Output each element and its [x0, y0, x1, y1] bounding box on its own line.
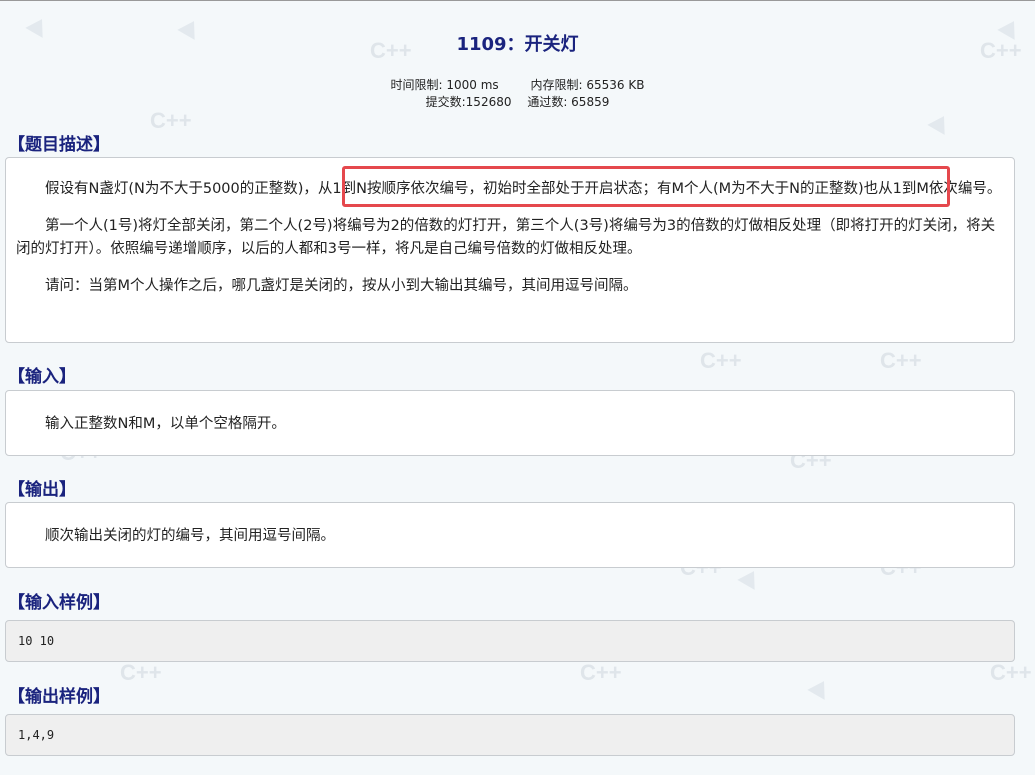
problem-title: 1109：开关灯: [456, 34, 579, 55]
description-paragraph: 假设有N盏灯(N为不大于5000的正整数)，从1到N按顺序依次编号，初始时全部处…: [45, 181, 1002, 197]
accepted-count: 通过数: 65859: [527, 95, 610, 109]
output-heading: 【输出】: [8, 480, 76, 500]
watermark-text: C++: [120, 660, 162, 685]
output-box: 顺次输出关闭的灯的编号，其间用逗号间隔。: [5, 502, 1015, 568]
description-box: 假设有N盏灯(N为不大于5000的正整数)，从1到N按顺序依次编号，初始时全部处…: [5, 157, 1015, 343]
input-text: 输入正整数N和M，以单个空格隔开。: [45, 416, 286, 432]
submission-count: 提交数:152680: [425, 95, 512, 109]
watermark-text: C++: [700, 348, 742, 373]
watermark-text: C++: [880, 348, 922, 373]
problem-limits: 时间限制: 1000 ms 内存限制: 65536 KB: [0, 76, 1035, 93]
memory-limit: 内存限制: 65536 KB: [530, 78, 645, 92]
sample-output-heading: 【输出样例】: [8, 687, 110, 707]
top-border: [0, 0, 1035, 1]
watermark-text: C++: [150, 108, 192, 133]
problem-stats: 提交数:152680 通过数: 65859: [0, 93, 1035, 110]
input-box: 输入正整数N和M，以单个空格隔开。: [5, 390, 1015, 456]
description-paragraph: 请问：当第M个人操作之后，哪几盏灯是关闭的，按从小到大输出其编号，其间用逗号间隔…: [45, 278, 638, 294]
input-heading: 【输入】: [8, 367, 76, 387]
sample-input-heading: 【输入样例】: [8, 593, 110, 613]
time-limit: 时间限制: 1000 ms: [390, 78, 499, 92]
watermark-text: C++: [580, 660, 622, 685]
watermark-shape: [737, 566, 763, 590]
description-heading: 【题目描述】: [8, 135, 110, 155]
watermark-text: C++: [990, 660, 1032, 685]
sample-output-code[interactable]: 1,4,9: [5, 714, 1015, 756]
description-paragraph: 第一个人(1号)将灯全部关闭，第二个人(2号)将编号为2的倍数的灯打开，第三个人…: [16, 218, 996, 257]
watermark-shape: [927, 111, 953, 135]
output-text: 顺次输出关闭的灯的编号，其间用逗号间隔。: [45, 528, 335, 544]
watermark-shape: [807, 676, 833, 700]
sample-input-code[interactable]: 10 10: [5, 620, 1015, 662]
